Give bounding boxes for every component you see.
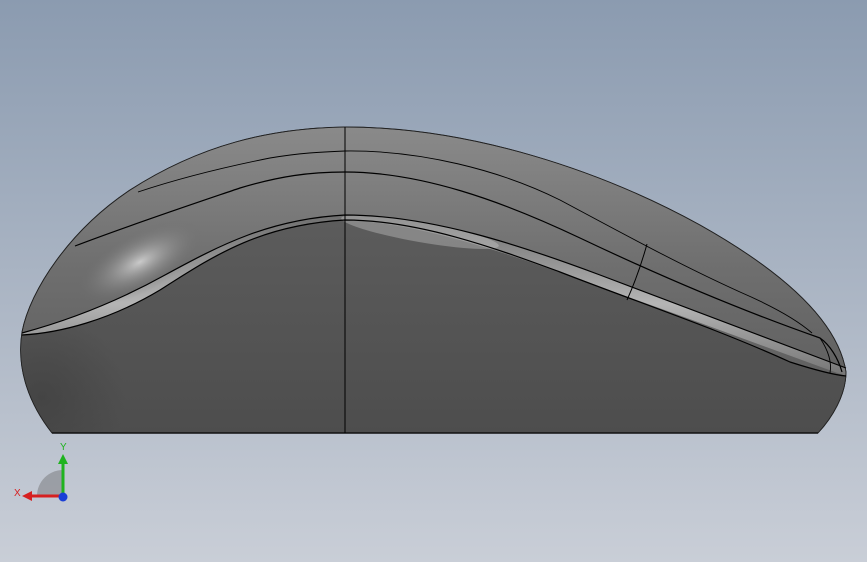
y-axis-label: Y	[60, 442, 67, 453]
coordinate-triad: Y X	[14, 442, 68, 502]
graphics-viewport[interactable]: Y X	[0, 0, 867, 562]
model-view[interactable]	[0, 0, 867, 562]
z-axis-origin	[58, 492, 68, 502]
x-axis-arrow	[22, 491, 32, 501]
x-axis-label: X	[14, 488, 21, 499]
triad-plane	[37, 470, 63, 496]
y-axis-arrow	[58, 454, 68, 464]
